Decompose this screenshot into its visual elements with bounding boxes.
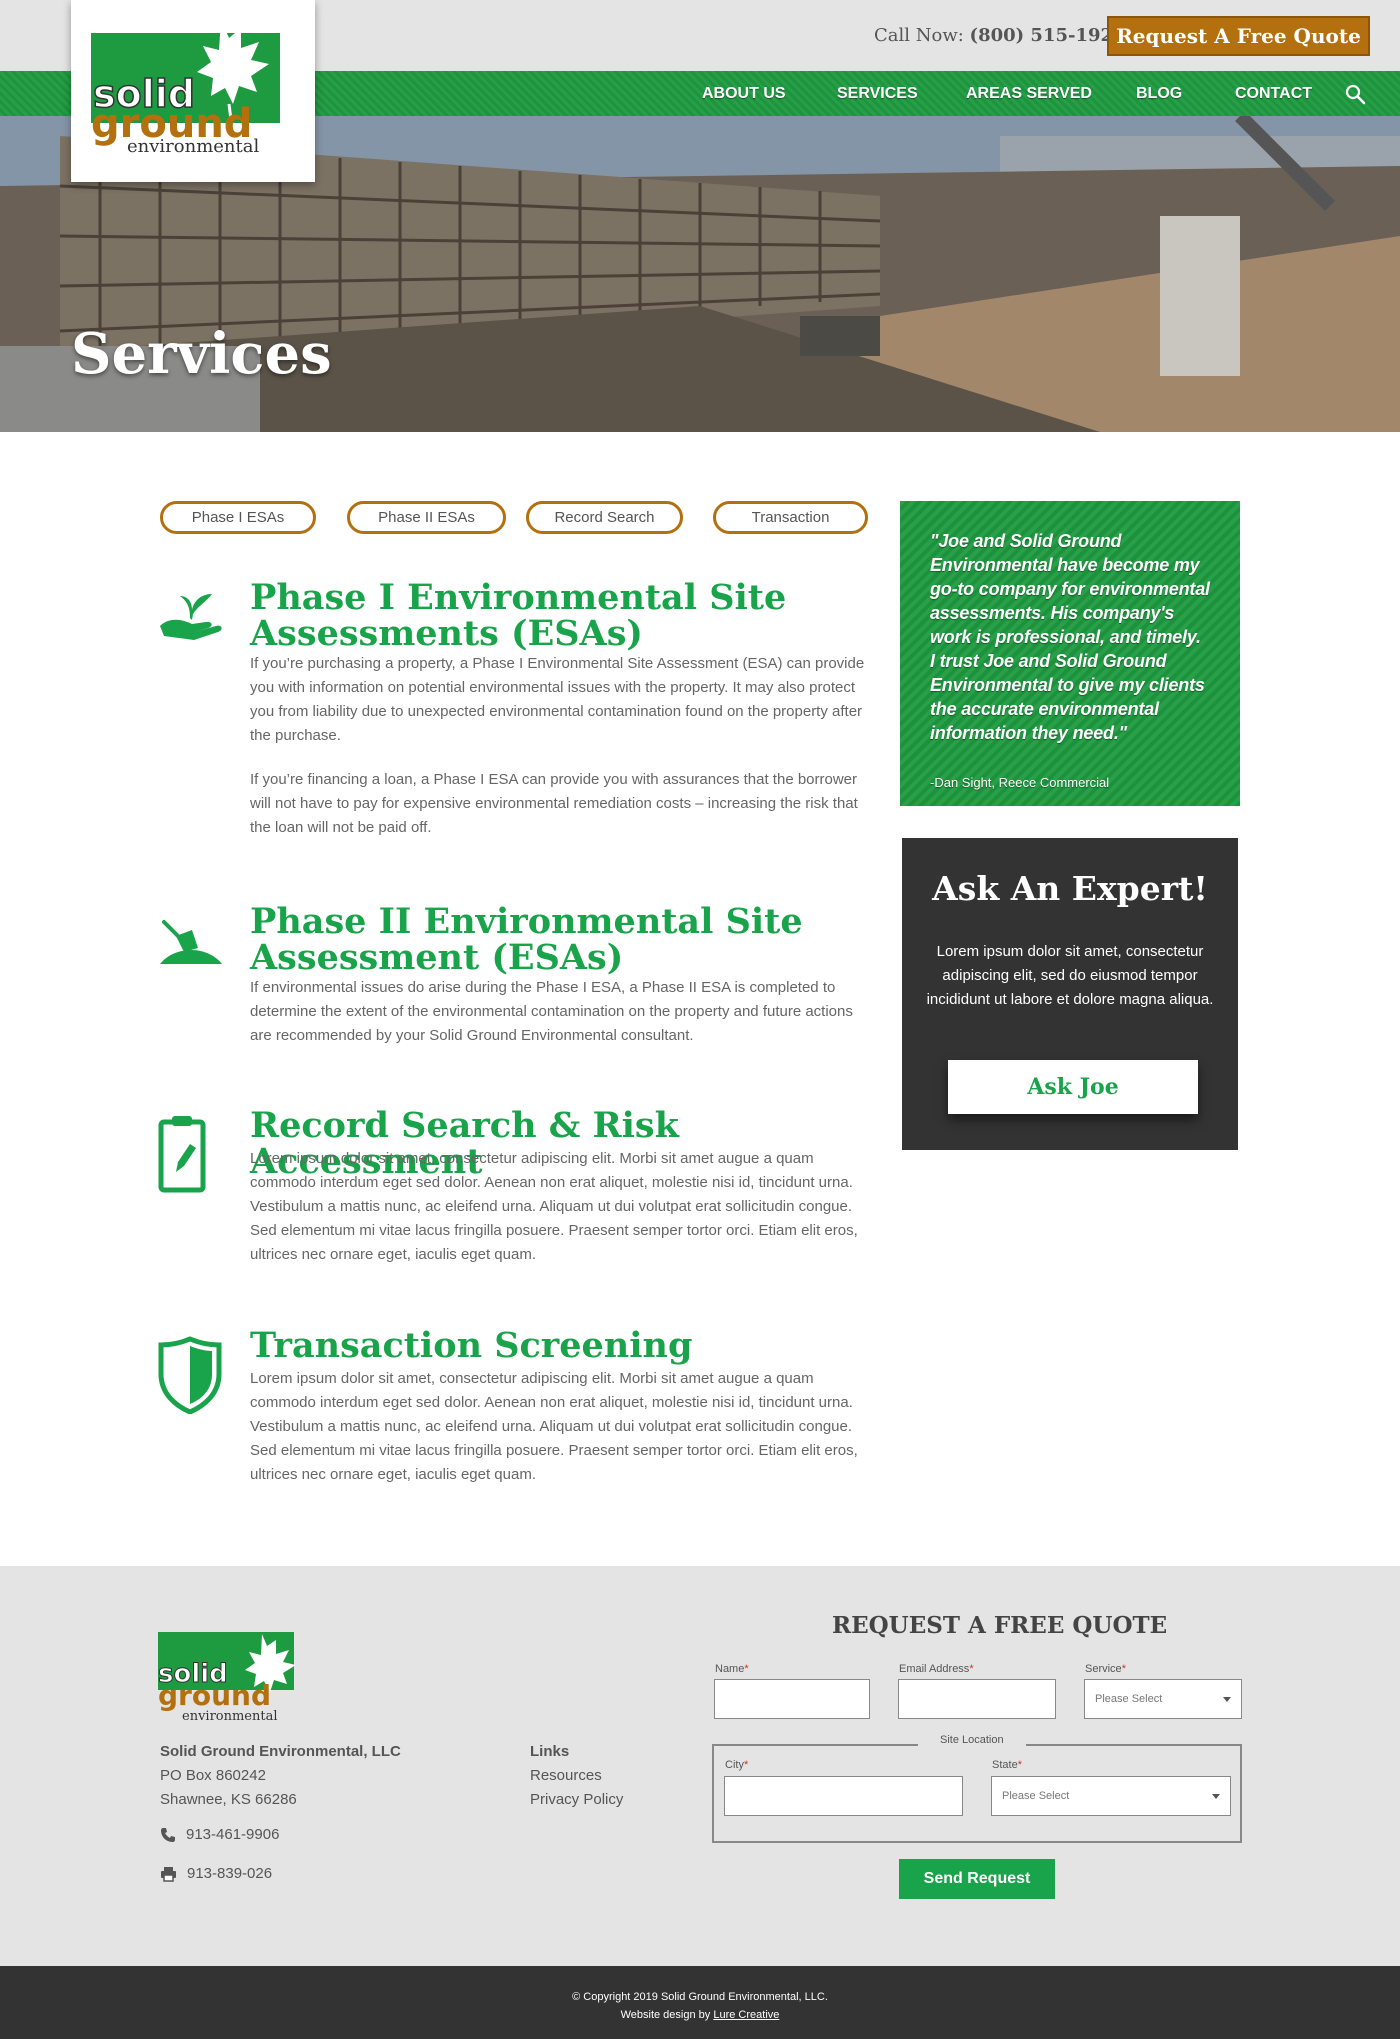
design-credit: Website design by Lure Creative — [0, 2006, 1400, 2024]
copyright-text: © Copyright 2019 Solid Ground Environmen… — [572, 1991, 828, 2003]
service-paragraph: Lorem ipsum dolor sit amet, consectetur … — [250, 1370, 858, 1483]
call-number[interactable]: (800) 515-1927 — [970, 25, 1126, 46]
quote-form-title: REQUEST A FREE QUOTE — [832, 1612, 1168, 1639]
service-select[interactable]: Please Select — [1084, 1679, 1242, 1719]
address-line-2: Shawnee, KS 66286 — [160, 1791, 297, 1808]
send-request-button[interactable]: Send Request — [899, 1859, 1055, 1899]
service-title-phase-i: Phase I Environmental Site Assessments (… — [250, 577, 787, 654]
service-paragraph: Lorem ipsum dolor sit amet, consectetur … — [250, 1150, 858, 1263]
address-line-1: PO Box 860242 — [160, 1767, 266, 1784]
chevron-down-icon — [1212, 1793, 1220, 1799]
tab-phase-i[interactable]: Phase I ESAs — [160, 501, 316, 534]
phone-icon — [161, 1827, 175, 1842]
company-name: Solid Ground Environmental, LLC — [160, 1743, 401, 1760]
ask-expert-text: Lorem ipsum dolor sit amet, consectetur … — [926, 943, 1214, 1008]
service-text-transaction: Lorem ipsum dolor sit amet, consectetur … — [250, 1367, 870, 1507]
request-quote-button[interactable]: Request A Free Quote — [1107, 16, 1370, 56]
copyright-bar: © Copyright 2019 Solid Ground Environmen… — [0, 1966, 1400, 2039]
svg-text:ground: ground — [158, 1679, 271, 1712]
city-label: City* — [725, 1759, 749, 1771]
link-resources[interactable]: Resources — [530, 1764, 623, 1788]
nav-services[interactable]: SERVICES — [837, 85, 918, 103]
ask-expert-title: Ask An Expert! — [932, 869, 1208, 908]
testimonial-quote: "Joe and Solid Ground Environmental have… — [930, 531, 1210, 743]
footer: solid ground environmental Solid Ground … — [0, 1566, 1400, 1966]
service-select-value: Please Select — [1095, 1693, 1163, 1705]
service-title-phase-ii: Phase II Environmental Site Assessment (… — [250, 901, 803, 978]
service-title-transaction: Transaction Screening — [250, 1325, 693, 1366]
footer-address: Solid Ground Environmental, LLC PO Box 8… — [160, 1740, 401, 1812]
service-text-phase-i: If you’re purchasing a property, a Phase… — [250, 652, 870, 860]
page-title: Services — [71, 321, 332, 387]
testimonial-author: -Dan Sight, Reece Commercial — [930, 775, 1110, 790]
nav-about-us[interactable]: ABOUT US — [702, 85, 786, 103]
service-paragraph: If you’re financing a loan, a Phase I ES… — [250, 771, 858, 836]
ask-expert-card: Ask An Expert! Lorem ipsum dolor sit ame… — [902, 838, 1238, 1150]
footer-fax: 913-839-026 — [160, 1865, 272, 1882]
service-label: Service* — [1085, 1663, 1126, 1675]
svg-text:environmental: environmental — [127, 136, 259, 157]
email-input[interactable] — [898, 1679, 1056, 1719]
service-paragraph: If environmental issues do arise during … — [250, 979, 853, 1044]
service-text-phase-ii: If environmental issues do arise during … — [250, 976, 870, 1068]
state-select-value: Please Select — [1002, 1790, 1070, 1802]
nav-contact[interactable]: CONTACT — [1235, 85, 1312, 103]
service-text-record-search: Lorem ipsum dolor sit amet, consectetur … — [250, 1147, 870, 1287]
svg-text:environmental: environmental — [182, 1709, 278, 1724]
plant-in-hand-icon — [160, 594, 222, 640]
call-label: Call Now: — [874, 25, 964, 46]
email-label: Email Address* — [899, 1663, 974, 1675]
name-label: Name* — [715, 1663, 749, 1675]
footer-logo[interactable]: solid ground environmental — [158, 1632, 310, 1724]
site-location-legend: Site Location — [918, 1734, 1026, 1746]
link-privacy-policy[interactable]: Privacy Policy — [530, 1788, 623, 1812]
name-input[interactable] — [714, 1679, 870, 1719]
design-credit-link[interactable]: Lure Creative — [713, 2009, 779, 2021]
trowel-soil-icon — [160, 920, 222, 964]
shield-icon — [158, 1336, 222, 1414]
tab-phase-ii[interactable]: Phase II ESAs — [347, 501, 506, 534]
call-now: Call Now: (800) 515-1927 — [874, 25, 1126, 46]
footer-phone[interactable]: 913-461-9906 — [160, 1826, 279, 1843]
tab-transaction[interactable]: Transaction — [713, 501, 868, 534]
footer-links: Links Resources Privacy Policy — [530, 1740, 623, 1812]
state-label: State* — [992, 1759, 1022, 1771]
fax-number: 913-839-026 — [187, 1865, 273, 1882]
ask-joe-button[interactable]: Ask Joe — [948, 1060, 1198, 1114]
testimonial-card: "Joe and Solid Ground Environmental have… — [900, 501, 1240, 806]
clipboard-pencil-icon — [158, 1116, 206, 1193]
nav-areas-served[interactable]: AREAS SERVED — [966, 85, 1092, 103]
service-paragraph: If you’re purchasing a property, a Phase… — [250, 655, 865, 744]
chevron-down-icon — [1223, 1696, 1231, 1702]
design-credit-prefix: Website design by — [620, 2009, 711, 2021]
city-input[interactable] — [724, 1776, 963, 1816]
fax-printer-icon — [161, 1866, 176, 1882]
links-heading: Links — [530, 1743, 570, 1760]
search-icon[interactable] — [1344, 83, 1366, 105]
solid-ground-logo: solid ground environmental — [91, 20, 280, 157]
nav-blog[interactable]: BLOG — [1136, 85, 1182, 103]
state-select[interactable]: Please Select — [991, 1776, 1231, 1816]
tab-record-search[interactable]: Record Search — [526, 501, 683, 534]
site-logo[interactable]: solid ground environmental — [71, 0, 315, 182]
phone-number: 913-461-9906 — [186, 1826, 280, 1843]
